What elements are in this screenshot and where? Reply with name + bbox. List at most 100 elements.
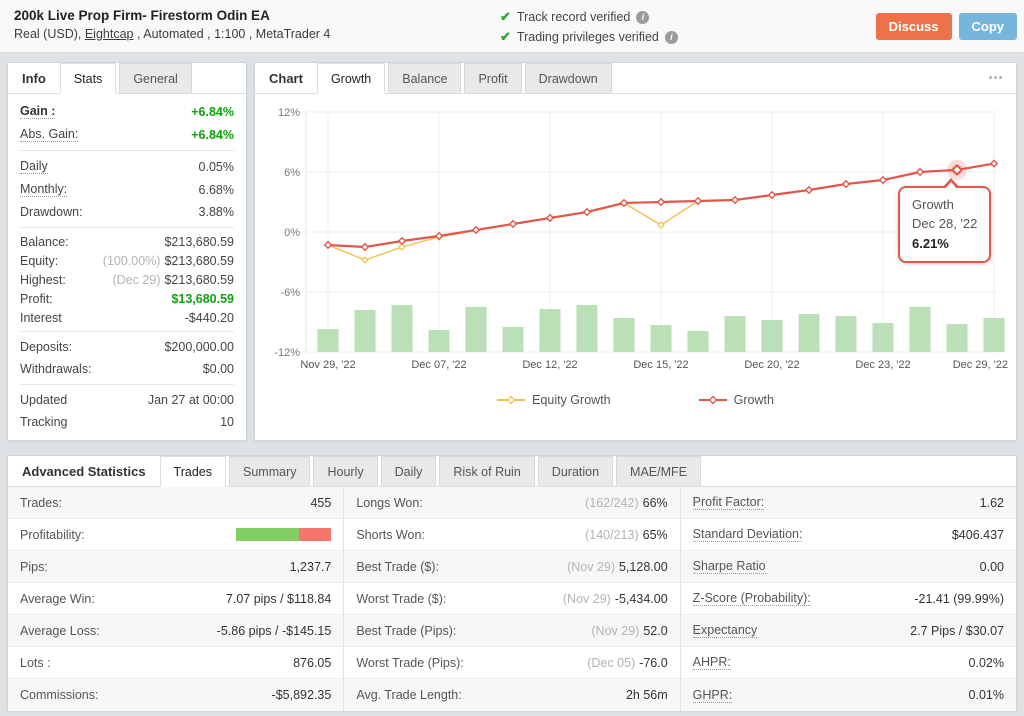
table-label: Average Win: [20, 592, 95, 606]
info-icon[interactable]: i [636, 11, 649, 24]
stats-tab-risk-of-ruin[interactable]: Risk of Ruin [439, 456, 534, 486]
table-label: Average Loss: [20, 624, 100, 638]
table-row-average-win: Average Win: 7.07 pips / $118.84 [8, 583, 343, 615]
stats-tab-mae-mfe[interactable]: MAE/MFE [616, 456, 701, 486]
stat-row-deposits: Deposits:$200,000.00 [20, 336, 234, 358]
account-subtitle: Real (USD), Eightcap , Automated , 1:100… [14, 27, 330, 41]
stats-tab-duration[interactable]: Duration [538, 456, 613, 486]
table-label: Sharpe Ratio [693, 559, 766, 574]
table-row-ahpr: AHPR:0.02% [681, 647, 1016, 679]
chart-tab-balance[interactable]: Balance [388, 63, 461, 93]
table-label: Shorts Won: [356, 528, 425, 542]
svg-text:Dec 20, '22: Dec 20, '22 [744, 359, 799, 371]
svg-text:Dec 07, '22: Dec 07, '22 [411, 359, 466, 371]
sidebar-tab-stats[interactable]: Stats [60, 63, 117, 94]
stat-label: Equity: [20, 254, 58, 268]
table-value: 7.07 pips / $118.84 [226, 592, 331, 606]
verification-row: ✔Track record verifiedi [500, 7, 678, 27]
stat-label: Drawdown: [20, 205, 83, 219]
table-label: Pips: [20, 560, 48, 574]
stat-label: Gain : [20, 104, 55, 119]
stats-tab-hourly[interactable]: Hourly [313, 456, 377, 486]
table-row-avg-trade-length: Avg. Trade Length:2h 56m [344, 679, 679, 711]
discuss-button[interactable]: Discuss [876, 13, 952, 40]
stats-tabbar: Advanced Statistics TradesSummaryHourlyD… [8, 456, 1016, 487]
chart-tab-growth[interactable]: Growth [317, 63, 385, 94]
table-value-prefix: (Nov 29) [563, 592, 611, 606]
stat-row-interest: Interest-$440.20 [20, 308, 234, 327]
table-label: Expectancy [693, 623, 758, 638]
check-icon: ✔ [500, 9, 511, 25]
table-value: 1.62 [980, 496, 1004, 510]
advanced-statistics-label: Advanced Statistics [8, 456, 160, 486]
table-label: Avg. Trade Length: [356, 688, 461, 702]
chart-tabbar: Chart GrowthBalanceProfitDrawdown ⋯ [255, 63, 1016, 94]
table-row-standard-deviation: Standard Deviation:$406.437 [681, 519, 1016, 551]
svg-text:Nov 29, '22: Nov 29, '22 [300, 359, 355, 371]
stat-row-balance: Balance:$213,680.59 [20, 232, 234, 251]
table-value: 0.00 [980, 560, 1004, 574]
table-value: -5.86 pips / -$145.15 [217, 624, 332, 638]
table-value: 2.7 Pips / $30.07 [910, 624, 1004, 638]
chart-card: Chart GrowthBalanceProfitDrawdown ⋯ 12%6… [254, 62, 1017, 441]
stat-value: -$440.20 [185, 311, 234, 325]
stat-value: $0.00 [203, 362, 234, 376]
table-label: GHPR: [693, 688, 733, 703]
account-meta-text: , Automated , 1:100 , MetaTrader 4 [134, 27, 331, 41]
stats-tab-summary[interactable]: Summary [229, 456, 310, 486]
stat-value: 10 [220, 415, 234, 429]
table-row-profitability: Profitability: [8, 519, 343, 551]
profitability-bar-loss [299, 528, 331, 541]
tooltip-series: Growth [912, 195, 977, 215]
copy-button[interactable]: Copy [959, 13, 1018, 40]
stats-tab-trades[interactable]: Trades [160, 456, 226, 487]
table-row-profit-factor: Profit Factor:1.62 [681, 487, 1016, 519]
stat-row-drawdown: Drawdown:3.88% [20, 201, 234, 223]
info-icon[interactable]: i [665, 31, 678, 44]
table-row-ghpr: GHPR:0.01% [681, 679, 1016, 711]
table-value: (140/213)65% [585, 528, 668, 542]
table-row-lots: Lots :876.05 [8, 647, 343, 679]
chart-legend: Equity Growth Growth [260, 393, 1011, 407]
stat-group: Daily0.05%Monthly:6.68%Drawdown:3.88% [20, 151, 234, 228]
ellipsis-menu-icon[interactable]: ⋯ [988, 68, 1004, 86]
stats-tab-daily[interactable]: Daily [381, 456, 437, 486]
legend-item-growth[interactable]: Growth [699, 393, 774, 407]
table-row-expectancy: Expectancy 2.7 Pips / $30.07 [681, 615, 1016, 647]
broker-link[interactable]: Eightcap [85, 27, 134, 41]
table-label: Worst Trade ($): [356, 592, 446, 606]
table-value: $406.437 [952, 528, 1004, 542]
table-row-pips: Pips:1,237.7 [8, 551, 343, 583]
svg-text:Dec 12, '22: Dec 12, '22 [522, 359, 577, 371]
legend-item-equity-growth[interactable]: Equity Growth [497, 393, 611, 407]
svg-text:Dec 29, '22: Dec 29, '22 [953, 359, 1008, 371]
table-label: Best Trade (Pips): [356, 624, 456, 638]
table-row-trades: Trades:455 [8, 487, 343, 519]
table-value: -$5,892.35 [272, 688, 332, 702]
legend-label: Equity Growth [532, 393, 611, 407]
table-value-prefix: (Nov 29) [567, 560, 615, 574]
account-type-text: Real (USD), [14, 27, 85, 41]
svg-text:6%: 6% [284, 167, 300, 179]
legend-marker-icon [497, 395, 525, 405]
tab-info[interactable]: Info [8, 63, 60, 93]
table-label: Lots : [20, 656, 51, 670]
sidebar-tab-general[interactable]: General [119, 63, 191, 93]
table-value-prefix: (140/213) [585, 528, 639, 542]
table-label: Best Trade ($): [356, 560, 439, 574]
table-row-best-trade: Best Trade ($):(Nov 29)5,128.00 [344, 551, 679, 583]
table-value: 455 [310, 496, 331, 510]
chart-tab-profit[interactable]: Profit [464, 63, 521, 93]
chart-tab-drawdown[interactable]: Drawdown [525, 63, 612, 93]
stat-label: Withdrawals: [20, 362, 92, 376]
stat-row-abs-gain: Abs. Gain:+6.84% [20, 123, 234, 146]
table-row-worst-trade-pips: Worst Trade (Pips):(Dec 05)-76.0 [344, 647, 679, 679]
advanced-statistics-card: Advanced Statistics TradesSummaryHourlyD… [7, 455, 1017, 711]
table-value-prefix: (Dec 05) [587, 656, 635, 670]
chart-tooltip: Growth Dec 28, '22 6.21% [898, 186, 991, 264]
stat-row-withdrawals: Withdrawals: $0.00 [20, 358, 234, 380]
stat-column: Trades:455Profitability:Pips:1,237.7Aver… [8, 487, 343, 711]
stat-value: (100.00%)$213,680.59 [103, 254, 234, 268]
info-card: Info StatsGeneral Gain :+6.84%Abs. Gain:… [7, 62, 247, 441]
stat-row-tracking: Tracking10 [20, 411, 234, 433]
